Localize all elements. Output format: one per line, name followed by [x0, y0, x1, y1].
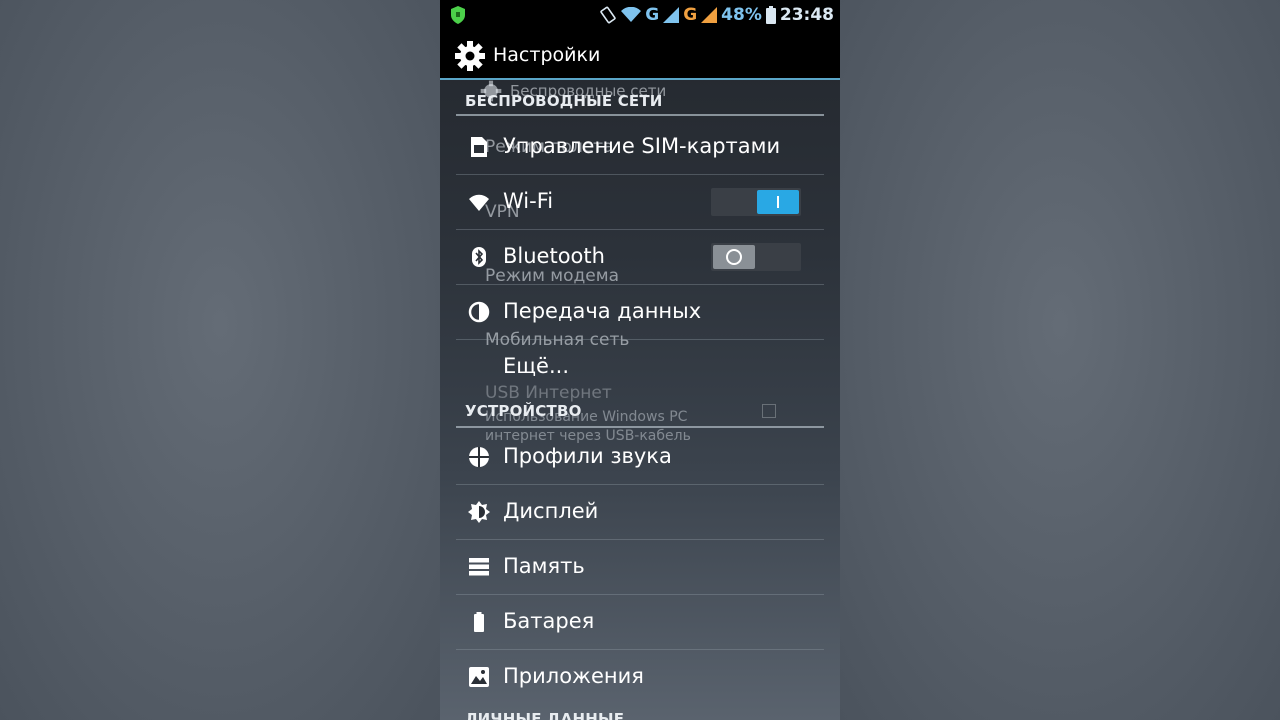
action-bar: Настройки [440, 30, 840, 80]
blurred-background-left [0, 0, 440, 720]
bluetooth-toggle[interactable] [711, 243, 801, 271]
page-title: Настройки [493, 44, 601, 66]
settings-item-more[interactable]: Ещё... [456, 340, 824, 395]
settings-item-data-usage[interactable]: Передача данных [456, 285, 824, 340]
ghost-checkbox [762, 404, 776, 418]
settings-item-label: Дисплей [503, 499, 599, 523]
sound-profiles-icon [469, 447, 489, 467]
apps-icon [469, 667, 489, 687]
section-device-divider [456, 426, 824, 428]
rotation-icon [600, 6, 616, 24]
network-type-2: G [683, 5, 698, 25]
settings-item-label: Wi-Fi [503, 189, 554, 213]
settings-item-apps[interactable]: Приложения [456, 650, 824, 705]
battery-icon [765, 6, 776, 24]
status-bar: G G 48% 23:48 [440, 0, 840, 30]
settings-item-label: Управление SIM-картами [503, 134, 781, 158]
settings-item-display[interactable]: Дисплей [456, 485, 824, 540]
brightness-icon [468, 501, 490, 523]
battery-icon [474, 612, 484, 632]
settings-item-bluetooth[interactable]: Bluetooth [456, 230, 824, 285]
settings-item-label: Профили звука [503, 444, 672, 468]
settings-item-storage[interactable]: Память [456, 540, 824, 595]
settings-item-label: Передача данных [503, 299, 702, 323]
bluetooth-icon [472, 247, 486, 267]
section-wireless-header: БЕСПРОВОДНЫЕ СЕТИ [465, 92, 663, 110]
settings-item-label: Bluetooth [503, 244, 605, 268]
settings-item-label: Память [503, 554, 585, 578]
data-usage-icon [468, 301, 490, 323]
wifi-icon [469, 194, 489, 211]
phone-screen: G G 48% 23:48 Настройки Беспроводные сет… [440, 0, 840, 720]
section-personal-header: ЛИЧНЫЕ ДАННЫЕ [465, 710, 625, 720]
settings-item-label: Приложения [503, 664, 644, 688]
clock: 23:48 [779, 5, 834, 25]
settings-item-sound-profiles[interactable]: Профили звука [456, 430, 824, 485]
blurred-background-right [840, 0, 1280, 720]
settings-item-label: Батарея [503, 609, 595, 633]
security-shield-icon [451, 6, 465, 24]
settings-item-battery[interactable]: Батарея [456, 595, 824, 650]
battery-percent: 48% [721, 5, 762, 25]
wifi-toggle[interactable] [711, 188, 801, 216]
settings-item-wifi[interactable]: Wi-Fi [456, 175, 824, 230]
settings-gear-icon[interactable] [454, 40, 486, 72]
toggle-knob [713, 245, 755, 269]
settings-item-label: Ещё... [503, 354, 569, 378]
cell-signal-2-icon [701, 7, 718, 23]
status-icons: G G 48% 23:48 [599, 4, 834, 26]
section-wireless-divider [456, 114, 824, 116]
storage-icon [469, 558, 489, 576]
cell-signal-1-icon [663, 7, 680, 23]
wifi-signal-icon [621, 7, 642, 22]
settings-item-sim[interactable]: Управление SIM-картами [456, 120, 824, 175]
sim-card-icon [471, 137, 487, 157]
toggle-knob [757, 190, 799, 214]
section-device-header: УСТРОЙСТВО [465, 402, 582, 420]
network-type-1: G [645, 5, 660, 25]
